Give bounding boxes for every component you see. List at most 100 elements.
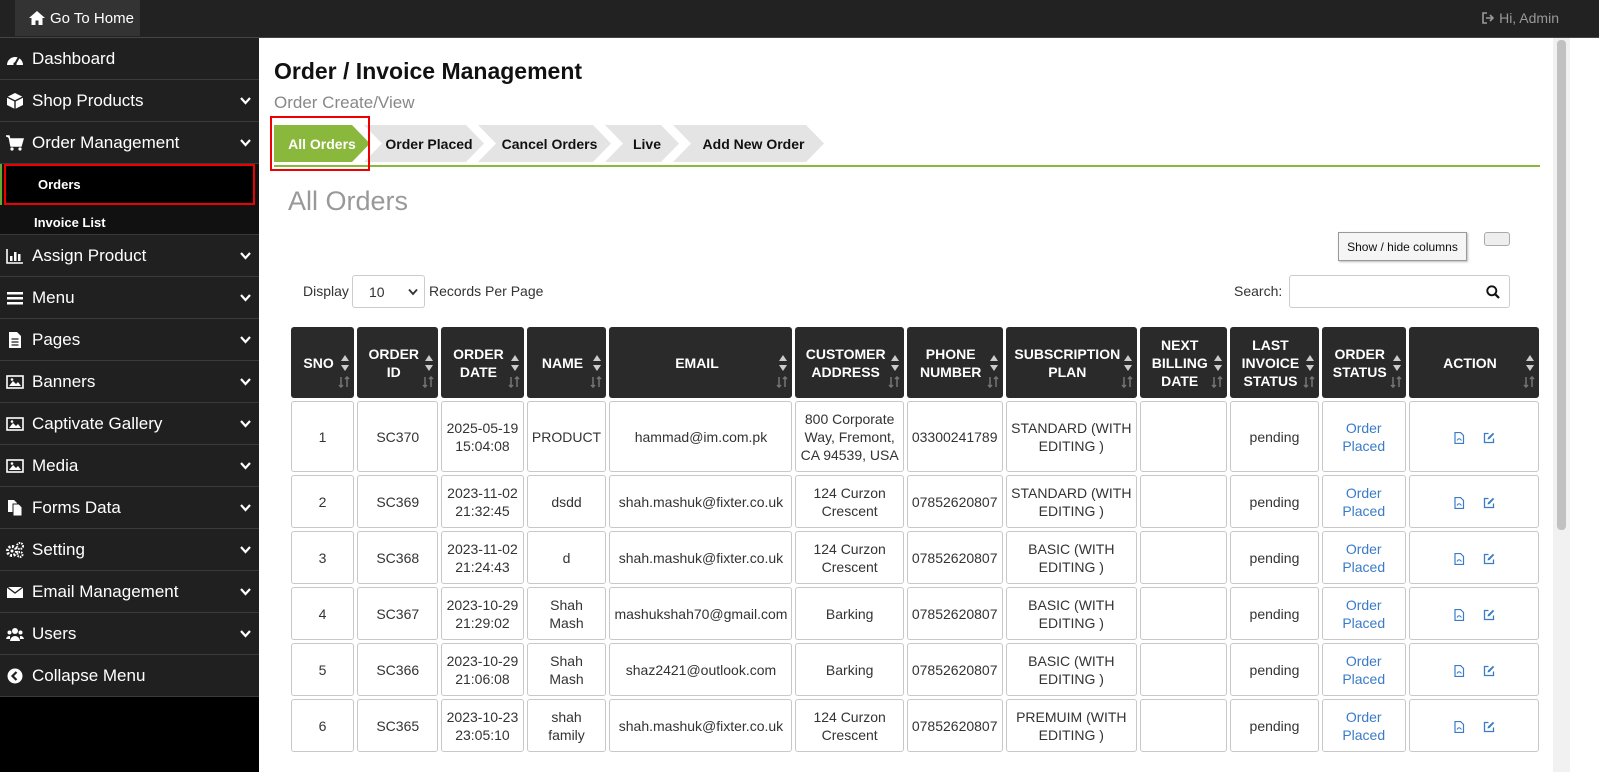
chevron-down-icon bbox=[240, 546, 251, 554]
chevron-down-icon bbox=[240, 97, 251, 105]
show-hide-columns-button[interactable]: Show / hide columns bbox=[1338, 232, 1467, 261]
edit-icon[interactable] bbox=[1483, 497, 1495, 509]
sidebar-item-collapse-menu[interactable]: Collapse Menu bbox=[0, 655, 259, 697]
pdf-icon[interactable] bbox=[1453, 431, 1465, 444]
edit-icon[interactable] bbox=[1483, 721, 1495, 733]
cell-customer-address: 124 Curzon Crescent bbox=[795, 699, 904, 752]
sort-arrows-icon bbox=[1121, 376, 1133, 388]
edit-icon[interactable] bbox=[1483, 553, 1495, 565]
column-header[interactable]: LAST INVOICE STATUS bbox=[1230, 327, 1319, 398]
column-header-label: SNO bbox=[303, 354, 334, 371]
go-to-home-button[interactable]: Go To Home bbox=[15, 0, 140, 36]
records-per-page-select[interactable]: 10 bbox=[352, 275, 425, 308]
sidebar-item-forms-data[interactable]: Forms Data bbox=[0, 487, 259, 529]
cell-phone-number: 07852620807 bbox=[906, 475, 1003, 528]
table-row: 6 SC365 2023-10-23 23:05:10 shah family shah… bbox=[291, 699, 1539, 752]
gears-icon bbox=[6, 542, 24, 558]
sort-icon bbox=[1526, 355, 1534, 371]
cell-last-invoice-status: pending bbox=[1230, 475, 1319, 528]
search-icon bbox=[1486, 285, 1500, 299]
sort-arrows-icon bbox=[508, 376, 520, 388]
sidebar-item-label: Forms Data bbox=[32, 497, 121, 517]
cell-order-status[interactable]: Order Placed bbox=[1321, 531, 1406, 584]
cell-email: shah.mashuk@fixter.co.uk bbox=[609, 531, 793, 584]
edit-icon[interactable] bbox=[1483, 665, 1495, 677]
sort-arrows-icon bbox=[986, 376, 999, 388]
cell-customer-address: Barking bbox=[795, 643, 904, 696]
cell-order-date: 2023-10-29 21:06:08 bbox=[441, 643, 524, 696]
sidebar-item-banners[interactable]: Banners bbox=[0, 361, 259, 403]
column-header[interactable]: CUSTOMER ADDRESS bbox=[795, 327, 904, 398]
table-header-row: SNO ORDER ID ORDER DATE NAME EMAIL CUSTOMER A… bbox=[291, 327, 1539, 398]
cell-next-billing-date bbox=[1140, 699, 1228, 752]
sidebar-item-email-management[interactable]: Email Management bbox=[0, 571, 259, 613]
cell-last-invoice-status: pending bbox=[1230, 401, 1319, 472]
cell-phone-number: 07852620807 bbox=[906, 699, 1003, 752]
cell-next-billing-date bbox=[1140, 587, 1228, 640]
sidebar-item-label: Banners bbox=[32, 371, 96, 391]
pdf-icon[interactable] bbox=[1453, 664, 1465, 677]
tab-order-placed[interactable]: Order Placed bbox=[364, 125, 484, 162]
sidebar-subitem-orders[interactable]: Orders bbox=[0, 164, 255, 205]
sort-icon bbox=[425, 355, 434, 371]
sidebar-item-order-management[interactable]: Order Management bbox=[0, 122, 259, 164]
sidebar-item-menu[interactable]: Menu bbox=[0, 277, 259, 319]
column-header[interactable]: ACTION bbox=[1408, 327, 1539, 398]
pdf-icon[interactable] bbox=[1453, 552, 1465, 565]
cell-order-id: SC367 bbox=[357, 587, 439, 640]
pdf-icon[interactable] bbox=[1453, 608, 1465, 621]
pdf-icon[interactable] bbox=[1453, 720, 1465, 733]
tab-cancel-orders[interactable]: Cancel Orders bbox=[478, 125, 611, 162]
column-header-label: LAST INVOICE STATUS bbox=[1241, 336, 1300, 389]
column-header[interactable]: SNO bbox=[291, 327, 355, 398]
cell-order-status[interactable]: Order Placed bbox=[1321, 475, 1406, 528]
column-header[interactable]: NAME bbox=[526, 327, 607, 398]
column-toggle-button[interactable] bbox=[1484, 232, 1510, 246]
table-row: 1 SC370 2025-05-19 15:04:08 PRODUCT hammad@i… bbox=[291, 401, 1539, 472]
sidebar-item-setting[interactable]: Setting bbox=[0, 529, 259, 571]
column-header[interactable]: NEXT BILLING DATE bbox=[1140, 327, 1228, 398]
column-header[interactable]: ORDER ID bbox=[357, 327, 439, 398]
column-header[interactable]: SUBSCRIPTION PLAN bbox=[1005, 327, 1138, 398]
column-header[interactable]: ORDER DATE bbox=[441, 327, 524, 398]
sidebar-item-shop-products[interactable]: Shop Products bbox=[0, 80, 259, 122]
column-header[interactable]: EMAIL bbox=[609, 327, 793, 398]
cell-phone-number: 07852620807 bbox=[906, 531, 1003, 584]
sidebar-item-captivate-gallery[interactable]: Captivate Gallery bbox=[0, 403, 259, 445]
cell-name: PRODUCT bbox=[526, 401, 607, 472]
sidebar-item-label: Dashboard bbox=[32, 48, 116, 68]
sort-arrows-icon bbox=[1211, 376, 1223, 388]
cell-order-status[interactable]: Order Placed bbox=[1321, 587, 1406, 640]
edit-icon[interactable] bbox=[1483, 432, 1495, 444]
cell-sno: 2 bbox=[291, 475, 355, 528]
sidebar-item-assign-product[interactable]: Assign Product bbox=[0, 235, 259, 277]
bars-icon bbox=[7, 292, 23, 305]
cell-email: hammad@im.com.pk bbox=[609, 401, 793, 472]
sidebar-item-media[interactable]: Media bbox=[0, 445, 259, 487]
tab-live[interactable]: Live bbox=[605, 125, 679, 162]
box-icon bbox=[6, 93, 24, 109]
sidebar-item-dashboard[interactable]: Dashboard bbox=[0, 38, 259, 80]
sidebar-item-users[interactable]: Users bbox=[0, 613, 259, 655]
cell-order-date: 2023-11-02 21:24:43 bbox=[441, 531, 524, 584]
sidebar-item-pages[interactable]: Pages bbox=[0, 319, 259, 361]
column-header-label: ACTION bbox=[1443, 354, 1497, 371]
edit-icon[interactable] bbox=[1483, 609, 1495, 621]
cell-order-status[interactable]: Order Placed bbox=[1321, 643, 1406, 696]
chevron-down-icon bbox=[240, 294, 251, 302]
column-header[interactable]: ORDER STATUS bbox=[1321, 327, 1406, 398]
pdf-icon[interactable] bbox=[1453, 496, 1465, 509]
search-input[interactable] bbox=[1289, 275, 1510, 308]
column-header[interactable]: PHONE NUMBER bbox=[906, 327, 1003, 398]
cell-order-status[interactable]: Order Placed bbox=[1321, 699, 1406, 752]
cell-order-id: SC368 bbox=[357, 531, 439, 584]
cell-action bbox=[1408, 475, 1539, 528]
cell-order-status[interactable]: Order Placed bbox=[1321, 401, 1406, 472]
sort-arrows-icon bbox=[1303, 376, 1315, 388]
user-menu[interactable]: Hi, Admin bbox=[1481, 10, 1559, 26]
scrollbar-thumb[interactable] bbox=[1557, 40, 1566, 530]
table-row: 4 SC367 2023-10-29 21:29:02 Shah Mash mashuk… bbox=[291, 587, 1539, 640]
tab-add-new-order[interactable]: Add New Order bbox=[673, 125, 824, 162]
cell-subscription-plan: BASIC (WITH EDITING ) bbox=[1005, 643, 1138, 696]
vertical-scrollbar[interactable] bbox=[1553, 38, 1570, 772]
